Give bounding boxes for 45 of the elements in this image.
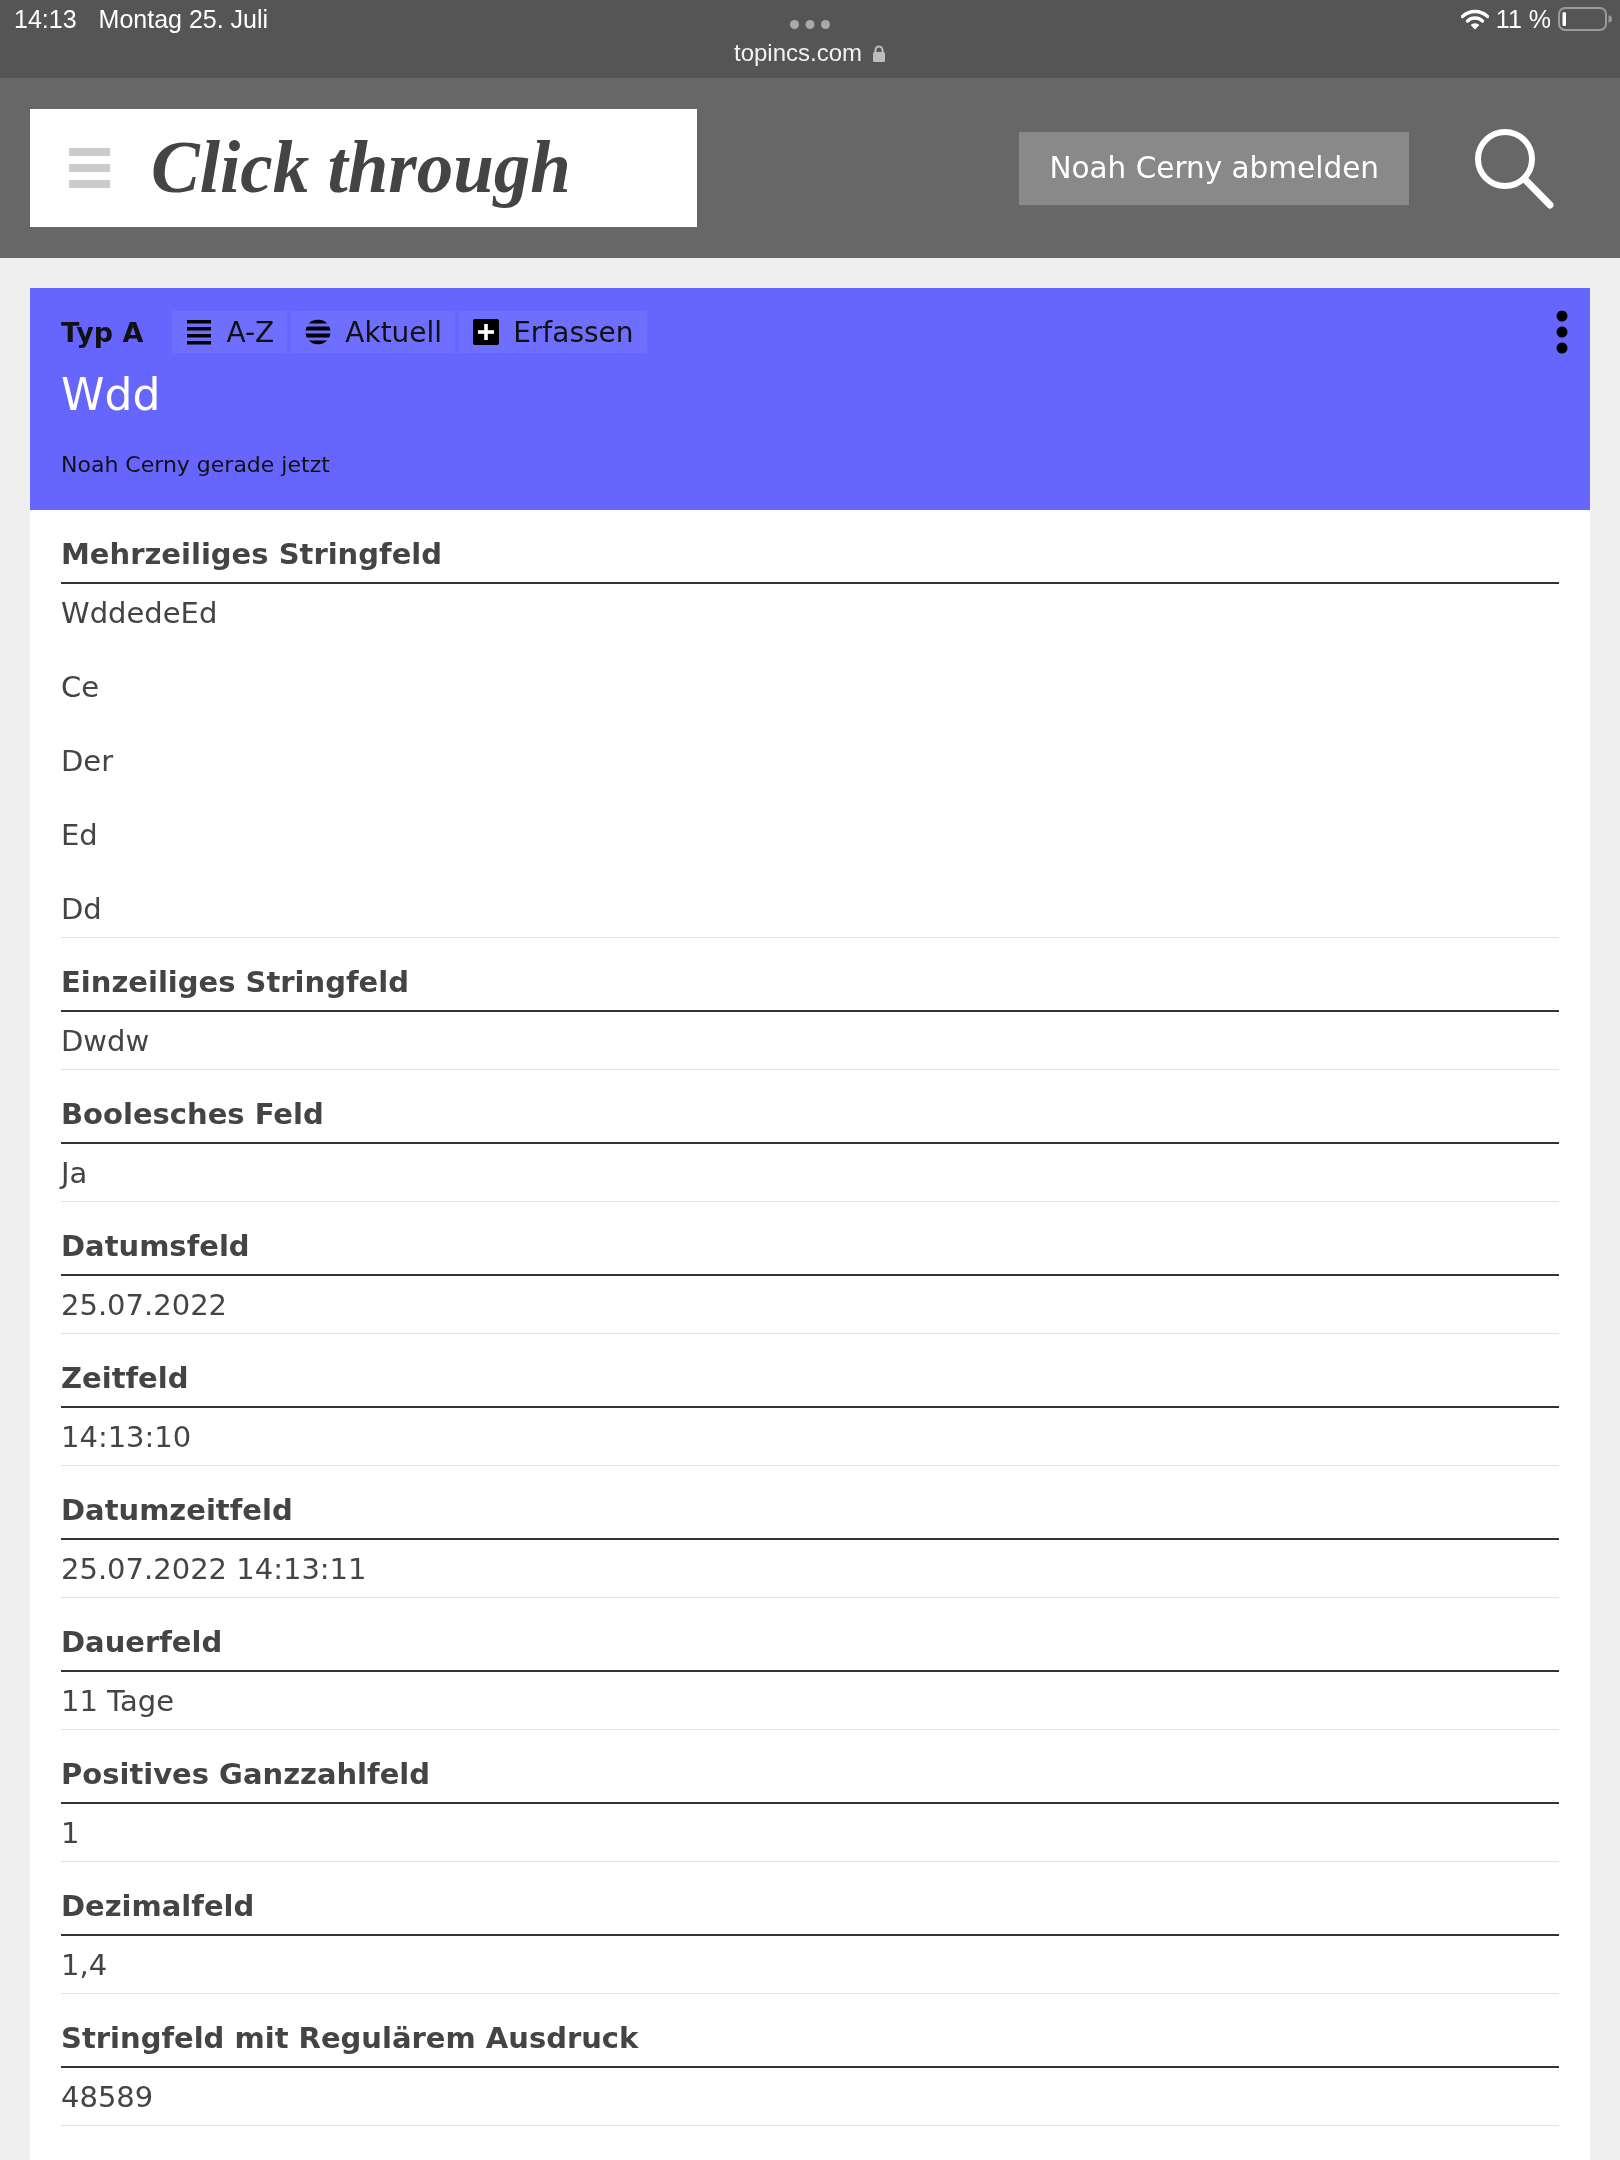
field-value: Dwdw bbox=[61, 1023, 151, 1060]
toolbar-button[interactable]: Aktuell bbox=[291, 311, 456, 353]
url-text[interactable]: topincs.com bbox=[733, 38, 863, 68]
striped-circle-icon bbox=[305, 319, 332, 345]
status-time: 14:13 bbox=[14, 4, 77, 34]
toolbar-button[interactable]: Erfassen bbox=[459, 311, 647, 353]
field-label: Einzeiliges Stringfeld bbox=[61, 964, 1559, 1012]
field-value: Ed bbox=[61, 817, 99, 854]
lock-icon bbox=[872, 44, 887, 62]
field-value: WddedeEd bbox=[61, 595, 219, 632]
field-label: Datumzeitfeld bbox=[61, 1492, 1559, 1540]
field-value: Ja bbox=[61, 1155, 89, 1192]
topic-title: Wdd bbox=[61, 369, 162, 421]
field-value: 25.07.2022 bbox=[61, 1287, 229, 1324]
field-label: Mehrzeiliges Stringfeld bbox=[61, 536, 1559, 584]
field-value: 25.07.2022 14:13:11 bbox=[61, 1551, 368, 1588]
logout-button[interactable]: Noah Cerny abmelden bbox=[1019, 131, 1409, 205]
search-icon[interactable] bbox=[1474, 127, 1554, 209]
field-label: Positives Ganzzahlfeld bbox=[61, 1756, 1559, 1804]
field-value: Ce bbox=[61, 669, 101, 706]
field-label: Stringfeld mit Regulärem Ausdruck bbox=[61, 2020, 1559, 2068]
field-value: 48589 bbox=[61, 2079, 155, 2116]
field-value: 11 Tage bbox=[61, 1683, 176, 1720]
status-date: Montag 25. Juli bbox=[98, 4, 269, 34]
field-value: Der bbox=[61, 743, 115, 780]
field-label: Dezimalfeld bbox=[61, 1888, 1559, 1936]
plus-square-icon bbox=[473, 319, 500, 345]
field-value: 1 bbox=[61, 1815, 81, 1852]
field-label: Dauerfeld bbox=[61, 1624, 1559, 1672]
battery-icon bbox=[1558, 7, 1612, 31]
site-logo[interactable]: Click through bbox=[151, 126, 571, 210]
field-label: Datumsfeld bbox=[61, 1228, 1559, 1276]
battery-percentage: 11 % bbox=[1495, 4, 1551, 34]
field-value: 14:13:10 bbox=[61, 1419, 193, 1456]
list-icon bbox=[186, 319, 213, 345]
more-options-icon[interactable] bbox=[1556, 310, 1568, 354]
field-value: 1,4 bbox=[61, 1947, 109, 1984]
toolbar-button[interactable]: A-Z bbox=[172, 311, 288, 353]
field-label: Boolesches Feld bbox=[61, 1096, 1559, 1144]
type-label: Typ A bbox=[61, 316, 144, 348]
more-dots-icon[interactable] bbox=[790, 20, 830, 29]
wifi-icon bbox=[1460, 8, 1489, 30]
edit-info: Noah Cerny gerade jetzt bbox=[61, 451, 331, 479]
field-value: Dd bbox=[61, 891, 103, 928]
field-label: Zeitfeld bbox=[61, 1360, 1559, 1408]
